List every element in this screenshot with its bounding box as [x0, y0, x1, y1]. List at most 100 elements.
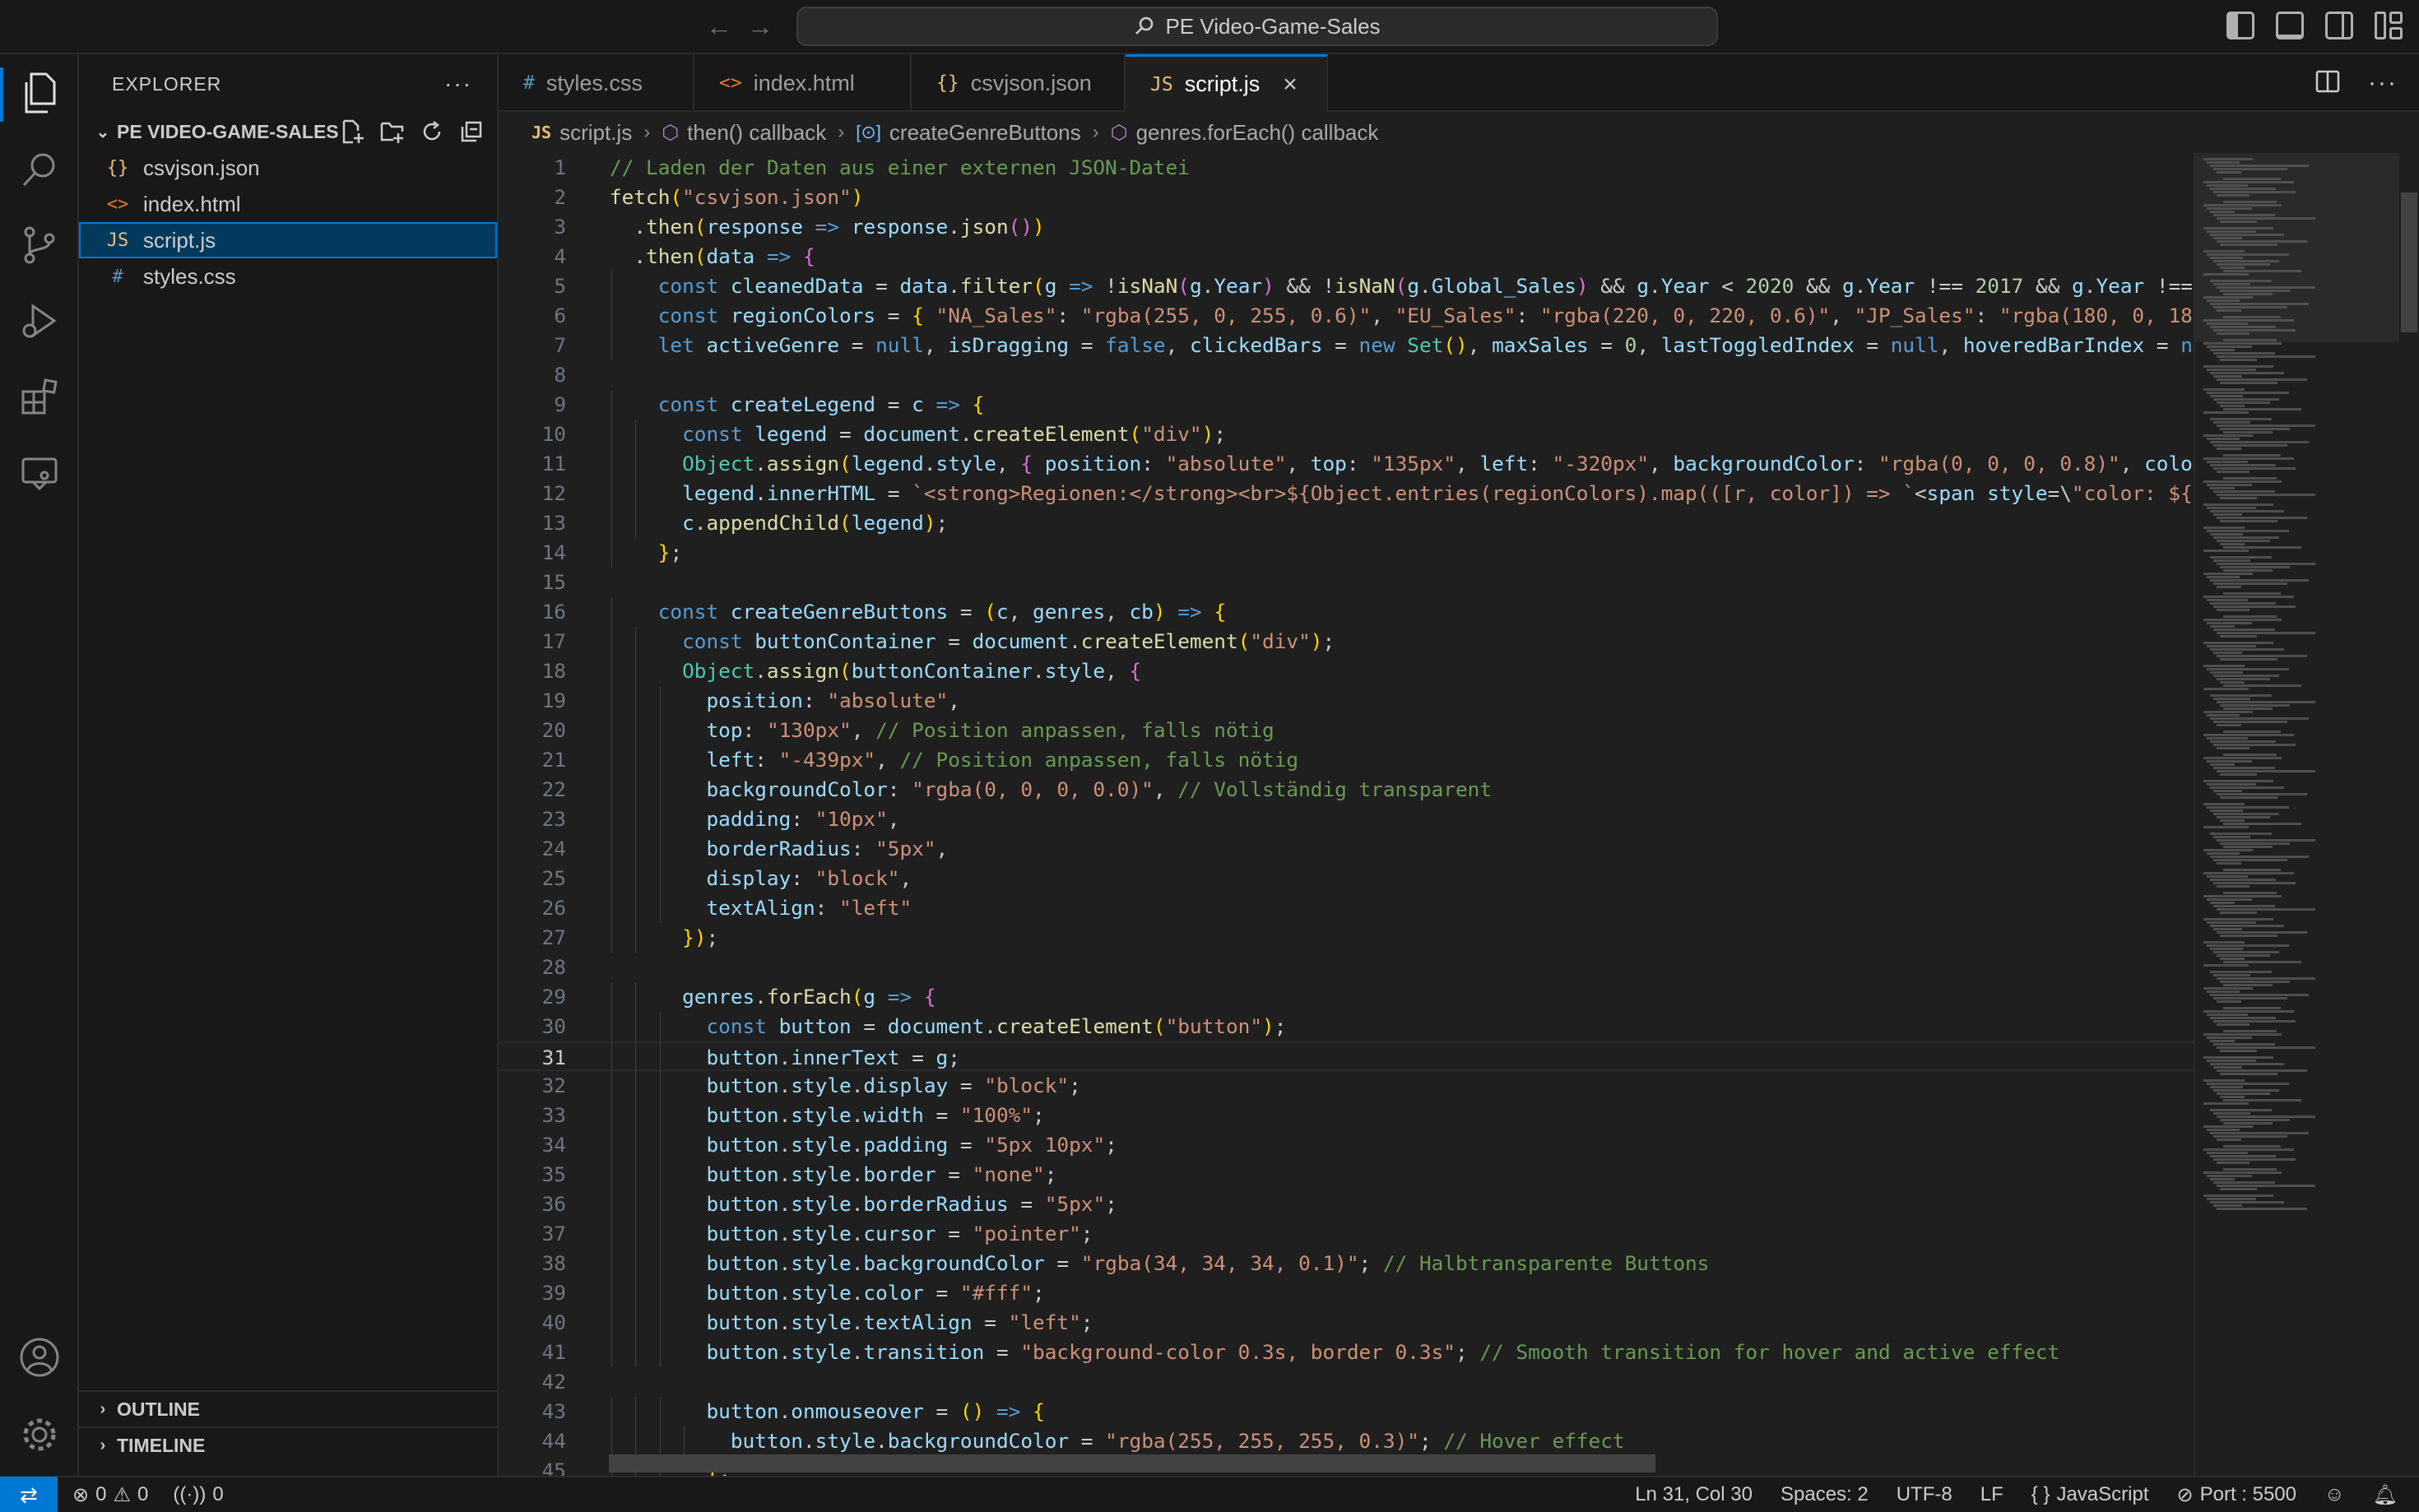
code-line[interactable]: 2 fetch("csvjson.json") — [499, 183, 2194, 212]
code-line[interactable]: 32 button.style.display = "block"; — [499, 1071, 2194, 1101]
indentation[interactable]: Spaces: 2 — [1781, 1483, 1869, 1506]
notifications-bell-icon[interactable]: 🔔︎ — [2373, 1483, 2398, 1507]
settings-gear-icon[interactable] — [15, 1410, 64, 1459]
code-line[interactable]: 17 const buttonContainer = document.crea… — [499, 627, 2194, 656]
code-line[interactable]: 30 const button = document.createElement… — [499, 1012, 2194, 1041]
toggle-secondary-sidebar-icon[interactable] — [2325, 12, 2353, 39]
tab-script-js[interactable]: JS script.js × — [1126, 54, 1328, 112]
command-center-search[interactable]: PE Video-Game-Sales — [796, 7, 1718, 46]
code-line[interactable]: 22 backgroundColor: "rgba(0, 0, 0, 0.0)"… — [499, 775, 2194, 805]
encoding[interactable]: UTF-8 — [1897, 1483, 1952, 1506]
cursor-position[interactable]: Ln 31, Col 30 — [1635, 1483, 1753, 1506]
code-line[interactable]: 9 const createLegend = c => { — [499, 390, 2194, 420]
end-of-line[interactable]: LF — [1980, 1483, 2003, 1506]
extensions-icon[interactable] — [15, 372, 64, 421]
breadcrumb-item[interactable]: then() callback — [687, 120, 826, 146]
new-folder-icon[interactable] — [380, 119, 405, 144]
code-line[interactable]: 29 genres.forEach(g => { — [499, 982, 2194, 1012]
code-line[interactable]: 25 display: "block", — [499, 864, 2194, 893]
code-line[interactable]: 31 button.innerText = g; — [499, 1041, 2194, 1071]
timeline-section[interactable]: › TIMELINE — [79, 1426, 499, 1463]
remote-explorer-icon[interactable] — [15, 448, 64, 497]
outline-section[interactable]: › OUTLINE — [79, 1390, 499, 1426]
tab-index-html[interactable]: <> index.html — [694, 54, 912, 112]
collapse-all-icon[interactable] — [459, 119, 484, 144]
toggle-primary-sidebar-icon[interactable] — [2226, 12, 2254, 39]
file-item[interactable]: JS script.js — [79, 222, 497, 258]
file-item[interactable]: {} csvjson.json — [79, 150, 497, 186]
code-editor[interactable]: 1 // Laden der Daten aus einer externen J… — [499, 153, 2194, 1476]
code-line[interactable]: 33 button.style.width = "100%"; — [499, 1101, 2194, 1130]
minimap[interactable] — [2194, 153, 2399, 1476]
tab-styles-css[interactable]: # styles.css — [499, 54, 694, 112]
code-line[interactable]: 21 left: "-439px", // Position anpassen,… — [499, 745, 2194, 775]
code-line[interactable]: 19 position: "absolute", — [499, 686, 2194, 716]
code-line[interactable]: 35 button.style.border = "none"; — [499, 1160, 2194, 1190]
language-mode[interactable]: { } JavaScript — [2031, 1483, 2149, 1506]
file-item[interactable]: # styles.css — [79, 258, 497, 295]
tab-csvjson-json[interactable]: {} csvjson.json — [912, 54, 1126, 112]
code-line[interactable]: 14 }; — [499, 538, 2194, 568]
code-line[interactable]: 6 const regionColors = { "NA_Sales": "rg… — [499, 301, 2194, 331]
new-file-icon[interactable] — [341, 119, 365, 144]
run-debug-icon[interactable] — [15, 296, 64, 346]
split-editor-icon[interactable] — [2315, 69, 2340, 100]
file-item[interactable]: <> index.html — [79, 186, 497, 222]
source-control-icon[interactable] — [15, 220, 64, 270]
remote-indicator-icon[interactable]: ⇄ — [0, 1477, 58, 1512]
problems-indicator[interactable]: ⊗ 0 ⚠ 0 — [72, 1483, 148, 1507]
code-line[interactable]: 11 Object.assign(legend.style, { positio… — [499, 449, 2194, 479]
close-tab-icon[interactable]: × — [1283, 71, 1298, 99]
line-number: 2 — [554, 185, 566, 209]
code-line[interactable]: 4 .then(data => { — [499, 242, 2194, 271]
breadcrumb-item[interactable]: createGenreButtons — [889, 120, 1081, 146]
code-line[interactable]: 13 c.appendChild(legend); — [499, 508, 2194, 538]
explorer-icon[interactable] — [15, 69, 64, 118]
code-line[interactable]: 27 }); — [499, 923, 2194, 953]
code-line[interactable]: 43 button.onmouseover = () => { — [499, 1397, 2194, 1426]
code-line[interactable]: 1 // Laden der Daten aus einer externen J… — [499, 153, 2194, 183]
code-line[interactable]: 42 — [499, 1367, 2194, 1397]
code-line[interactable]: 23 padding: "10px", — [499, 805, 2194, 834]
code-line[interactable]: 20 top: "130px", // Position anpassen, f… — [499, 716, 2194, 745]
code-line[interactable]: 40 button.style.textAlign = "left"; — [499, 1308, 2194, 1338]
code-line[interactable]: 36 button.style.borderRadius = "5px"; — [499, 1190, 2194, 1219]
copilot-icon[interactable]: ☺ — [2324, 1483, 2345, 1506]
ports-indicator[interactable]: ((·)) 0 — [173, 1483, 223, 1506]
code-line[interactable]: 28 — [499, 953, 2194, 982]
code-line[interactable]: 37 button.style.cursor = "pointer"; — [499, 1219, 2194, 1249]
code-line[interactable]: 15 — [499, 568, 2194, 597]
code-line[interactable]: 34 button.style.padding = "5px 10px"; — [499, 1130, 2194, 1160]
code-line[interactable]: 16 const createGenreButtons = (c, genres… — [499, 597, 2194, 627]
code-line[interactable]: 41 button.style.transition = "background… — [499, 1338, 2194, 1367]
breadcrumb-item[interactable]: genres.forEach() callback — [1136, 120, 1379, 146]
minimap-line — [2203, 434, 2253, 437]
scrollbar-thumb[interactable] — [2401, 192, 2417, 332]
more-actions-icon[interactable]: ··· — [2368, 69, 2398, 100]
more-actions-icon[interactable]: ··· — [444, 71, 472, 97]
forward-arrow-icon[interactable]: → — [745, 12, 775, 41]
code-line[interactable]: 8 — [499, 360, 2194, 390]
code-line[interactable]: 10 const legend = document.createElement… — [499, 420, 2194, 449]
breadcrumb-file[interactable]: script.js — [559, 120, 632, 146]
code-line[interactable]: 38 button.style.backgroundColor = "rgba(… — [499, 1249, 2194, 1278]
live-server-port[interactable]: ⊘ Port : 5500 — [2176, 1483, 2296, 1507]
code-line[interactable]: 18 Object.assign(buttonContainer.style, … — [499, 656, 2194, 686]
search-icon[interactable] — [15, 145, 64, 194]
code-line[interactable]: 3 .then(response => response.json()) — [499, 212, 2194, 242]
code-line[interactable]: 26 textAlign: "left" — [499, 893, 2194, 923]
code-line[interactable]: 24 borderRadius: "5px", — [499, 834, 2194, 864]
code-line[interactable]: 12 legend.innerHTML = `<strong>Regionen:… — [499, 479, 2194, 508]
horizontal-scrollbar[interactable] — [609, 1454, 1655, 1473]
code-line[interactable]: 39 button.style.color = "#fff"; — [499, 1278, 2194, 1308]
back-arrow-icon[interactable]: ← — [704, 12, 734, 41]
code-line[interactable]: 44 button.style.backgroundColor = "rgba(… — [499, 1426, 2194, 1456]
code-line[interactable]: 5 const cleanedData = data.filter(g => !… — [499, 271, 2194, 301]
vertical-scrollbar[interactable] — [2399, 153, 2419, 1476]
accounts-icon[interactable] — [15, 1333, 64, 1382]
code-line[interactable]: 7 let activeGenre = null, isDragging = f… — [499, 331, 2194, 360]
folder-root[interactable]: ⌄ PE VIDEO-GAME-SALES — [79, 114, 497, 150]
customize-layout-icon[interactable] — [2375, 12, 2403, 39]
toggle-panel-icon[interactable] — [2276, 12, 2304, 39]
refresh-icon[interactable] — [420, 119, 444, 144]
